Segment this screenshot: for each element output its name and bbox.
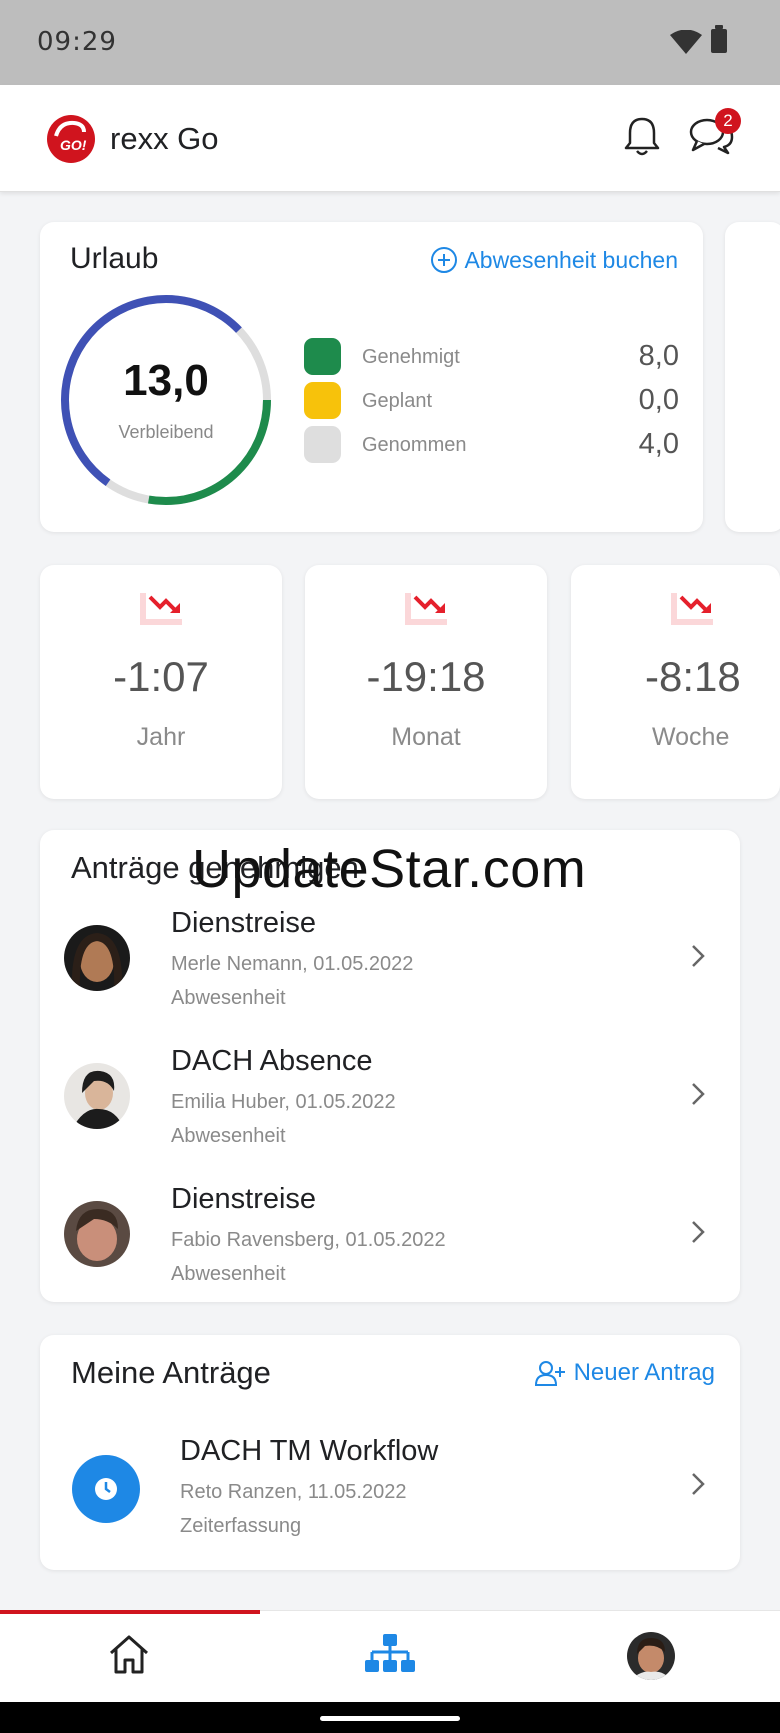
gesture-bar	[0, 1702, 780, 1733]
item-type: Abwesenheit	[171, 987, 286, 1009]
legend-planned: Geplant 0,0	[304, 382, 679, 426]
app-header: GO! rexx Go	[0, 85, 780, 192]
book-absence-link[interactable]: Abwesenheit buchen	[430, 246, 678, 274]
stat-label: Woche	[652, 723, 730, 751]
rexx-logo: GO!	[47, 115, 95, 163]
item-subtitle: Merle Nemann, 01.05.2022	[171, 953, 414, 975]
remaining-label: Verbleibend	[118, 422, 214, 442]
my-requests-title: Meine Anträge	[71, 1355, 271, 1390]
taken-swatch	[304, 426, 341, 463]
my-requests-card: Meine Anträge Neuer Antrag DACH TM Workf…	[40, 1335, 740, 1570]
app-title: rexx Go	[110, 121, 219, 156]
my-request-item[interactable]: DACH TM Workflow Reto Ranzen, 11.05.2022…	[40, 1435, 740, 1563]
stat-card-week[interactable]: -8:18 Woche	[571, 565, 780, 799]
legend-taken: Genommen 4,0	[304, 426, 679, 470]
approvals-card: Anträge genehmigen Dienstreise Merle Nem…	[40, 830, 740, 1302]
svg-text:GO!: GO!	[60, 137, 87, 153]
stat-card-year[interactable]: -1:07 Jahr	[40, 565, 282, 799]
trend-down-icon	[405, 593, 447, 625]
stat-value: -8:18	[645, 653, 741, 700]
item-subtitle: Emilia Huber, 01.05.2022	[171, 1091, 396, 1113]
legend-label: Genehmigt	[362, 346, 460, 368]
vacation-card: Urlaub Abwesenheit buchen 13,0 Verbleibe…	[40, 222, 703, 532]
legend-label: Genommen	[362, 434, 467, 456]
approval-item[interactable]: DACH Absence Emilia Huber, 01.05.2022 Ab…	[40, 1045, 740, 1173]
book-absence-label: Abwesenheit buchen	[464, 246, 678, 273]
trend-down-icon	[671, 593, 713, 625]
bell-icon[interactable]	[622, 115, 662, 157]
approval-item[interactable]: Dienstreise Fabio Ravensberg, 01.05.2022…	[40, 1183, 740, 1311]
stat-card-month[interactable]: -19:18 Monat	[305, 565, 547, 799]
add-user-icon	[534, 1361, 565, 1386]
stat-value: -19:18	[366, 653, 486, 700]
item-title: Dienstreise	[171, 907, 317, 939]
wifi-icon	[670, 30, 702, 54]
item-title: DACH Absence	[171, 1045, 373, 1077]
item-subtitle: Fabio Ravensberg, 01.05.2022	[171, 1229, 446, 1251]
new-request-label: Neuer Antrag	[573, 1359, 715, 1386]
item-title: Dienstreise	[171, 1183, 317, 1215]
vacation-title: Urlaub	[70, 242, 159, 275]
chevron-right-icon	[692, 1473, 705, 1495]
chevron-right-icon	[692, 1221, 705, 1243]
chevron-right-icon	[692, 1083, 705, 1105]
planned-swatch	[304, 382, 341, 419]
legend-value: 4,0	[638, 428, 679, 460]
legend-value: 8,0	[638, 340, 679, 372]
item-type: Zeiterfassung	[180, 1515, 302, 1537]
status-time: 09:29	[37, 27, 117, 57]
approved-swatch	[304, 338, 341, 375]
home-icon[interactable]	[107, 1632, 151, 1676]
avatar	[64, 1063, 130, 1129]
legend-approved: Genehmigt 8,0	[304, 338, 679, 382]
approval-item[interactable]: Dienstreise Merle Nemann, 01.05.2022 Abw…	[40, 907, 740, 1035]
watermark: UpdateStar.com	[192, 839, 587, 899]
item-title: DACH TM Workflow	[180, 1435, 439, 1467]
add-circle-icon	[431, 247, 458, 273]
stat-label: Monat	[391, 723, 461, 751]
avatar	[64, 1201, 130, 1267]
profile-avatar[interactable]	[627, 1632, 675, 1680]
item-type: Abwesenheit	[171, 1125, 286, 1147]
stat-value: -1:07	[113, 653, 209, 700]
legend-label: Geplant	[362, 390, 433, 412]
item-type: Abwesenheit	[171, 1263, 286, 1285]
status-bar: 09:29	[0, 0, 780, 85]
stat-label: Jahr	[136, 723, 186, 751]
chevron-right-icon	[692, 945, 705, 967]
org-chart-icon[interactable]	[364, 1632, 416, 1676]
new-request-link[interactable]: Neuer Antrag	[534, 1359, 715, 1387]
avatar	[64, 925, 130, 991]
active-tab-indicator	[0, 1610, 260, 1614]
next-card-peek[interactable]	[725, 222, 780, 532]
remaining-value: 13,0	[123, 356, 209, 405]
item-subtitle: Reto Ranzen, 11.05.2022	[180, 1481, 407, 1503]
chat-badge: 2	[715, 108, 741, 134]
home-gesture-handle[interactable]	[320, 1716, 460, 1721]
legend-value: 0,0	[638, 384, 679, 416]
battery-icon	[711, 25, 727, 53]
trend-down-icon	[140, 593, 182, 625]
